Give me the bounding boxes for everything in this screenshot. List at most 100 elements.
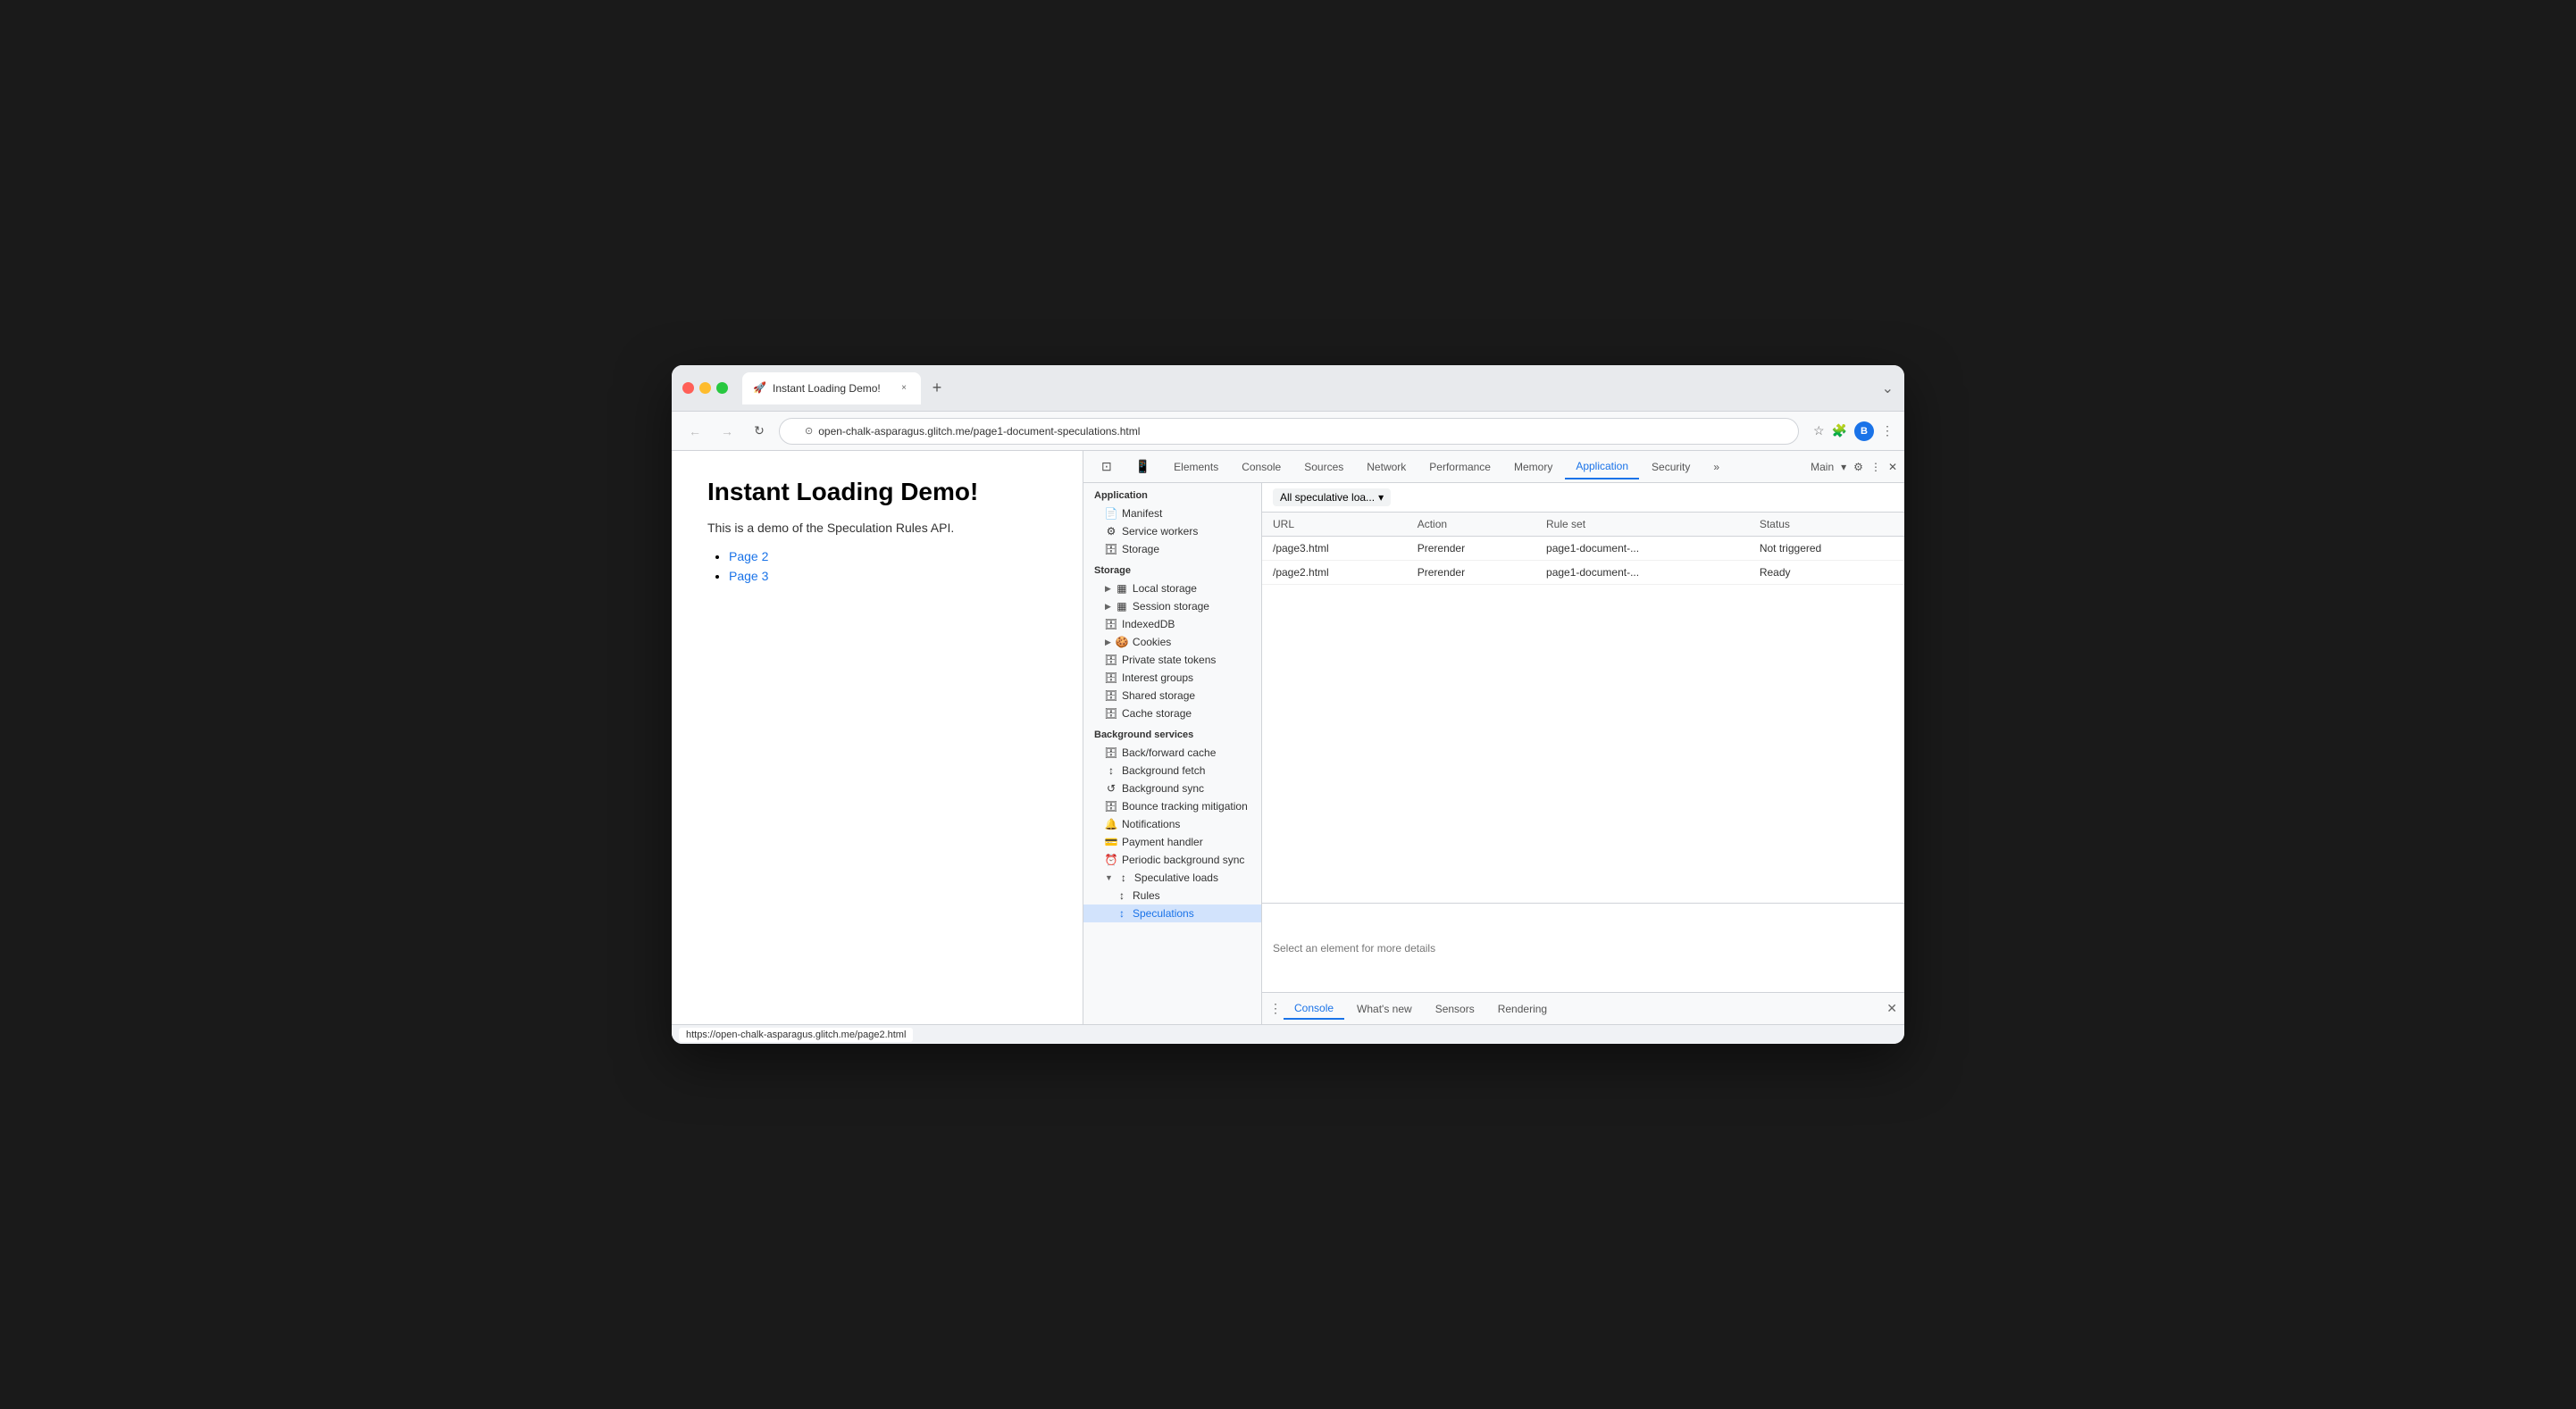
tab-application[interactable]: Application	[1565, 454, 1639, 479]
close-console-icon[interactable]: ✕	[1886, 1001, 1897, 1016]
more-tabs-button[interactable]: »	[1702, 454, 1730, 479]
page2-link[interactable]: Page 2	[729, 549, 768, 563]
sidebar-item-payment-handler[interactable]: 💳 Payment handler	[1083, 833, 1261, 851]
sidebar-label-cache-storage: Cache storage	[1122, 707, 1192, 720]
back-button[interactable]: ←	[682, 419, 707, 444]
cell-url: /page2.html	[1262, 561, 1407, 585]
sidebar-item-notifications[interactable]: 🔔 Notifications	[1083, 815, 1261, 833]
cell-action: Prerender	[1407, 561, 1535, 585]
page3-link[interactable]: Page 3	[729, 569, 768, 583]
sidebar-label-background-sync: Background sync	[1122, 782, 1204, 795]
secure-icon: ⊙	[805, 425, 813, 437]
main-content: Instant Loading Demo! This is a demo of …	[672, 451, 1904, 1024]
sidebar-item-background-sync[interactable]: ↺ Background sync	[1083, 780, 1261, 797]
sidebar-label-notifications: Notifications	[1122, 818, 1180, 830]
sidebar-item-rules[interactable]: ↕ Rules	[1083, 887, 1261, 905]
tab-memory[interactable]: Memory	[1503, 454, 1563, 479]
sidebar-item-local-storage[interactable]: ▶ ▦ Local storage	[1083, 579, 1261, 597]
device-toolbar-icon[interactable]: 📱	[1125, 454, 1161, 479]
column-status: Status	[1749, 513, 1904, 537]
speculation-filter-dropdown[interactable]: All speculative loa... ▾	[1273, 488, 1391, 506]
tab-sources[interactable]: Sources	[1293, 454, 1354, 479]
sidebar-item-shared-storage[interactable]: 🗄 Shared storage	[1083, 687, 1261, 704]
document-icon: 📄	[1105, 507, 1117, 520]
profile-icon[interactable]: B	[1854, 421, 1874, 441]
address-input[interactable]: ⊙ open-chalk-asparagus.glitch.me/page1-d…	[779, 418, 1799, 445]
sidebar-item-interest-groups[interactable]: 🗄 Interest groups	[1083, 669, 1261, 687]
local-storage-icon: ▦	[1116, 582, 1128, 595]
sidebar-item-cache-storage[interactable]: 🗄 Cache storage	[1083, 704, 1261, 722]
speculations-icon: ↕	[1116, 907, 1128, 920]
sidebar-item-background-fetch[interactable]: ↕ Background fetch	[1083, 762, 1261, 780]
tab-sensors[interactable]: Sensors	[1425, 999, 1485, 1019]
context-label: Main	[1811, 461, 1834, 473]
window-menu-icon[interactable]: ⌄	[1882, 379, 1894, 397]
sidebar-item-indexeddb[interactable]: 🗄 IndexedDB	[1083, 615, 1261, 633]
cache-storage-icon: 🗄	[1105, 707, 1117, 720]
expand-icon: ▶	[1105, 584, 1111, 594]
forward-button[interactable]: →	[715, 419, 740, 444]
collapse-icon: ▼	[1105, 873, 1113, 882]
sidebar-label-interest-groups: Interest groups	[1122, 671, 1193, 684]
tab-network[interactable]: Network	[1356, 454, 1417, 479]
reload-button[interactable]: ↻	[747, 419, 772, 444]
sidebar-label-shared-storage: Shared storage	[1122, 689, 1195, 702]
shared-storage-icon: 🗄	[1105, 689, 1117, 702]
sidebar-item-session-storage[interactable]: ▶ ▦ Session storage	[1083, 597, 1261, 615]
rules-icon: ↕	[1116, 889, 1128, 902]
new-tab-button[interactable]: +	[924, 376, 949, 401]
bg-services-section-header: Background services	[1083, 722, 1261, 744]
minimize-button[interactable]	[699, 382, 711, 394]
sidebar-label-speculations: Speculations	[1133, 907, 1194, 920]
status-url: https://open-chalk-asparagus.glitch.me/p…	[679, 1028, 913, 1042]
sidebar-item-manifest[interactable]: 📄 Manifest	[1083, 504, 1261, 522]
sidebar-item-back-forward-cache[interactable]: 🗄 Back/forward cache	[1083, 744, 1261, 762]
tab-close-button[interactable]: ×	[898, 382, 910, 395]
back-forward-cache-icon: 🗄	[1105, 746, 1117, 759]
tab-whats-new[interactable]: What's new	[1346, 999, 1423, 1019]
table-header-row: URL Action Rule set Status	[1262, 513, 1904, 537]
table-row[interactable]: /page3.html Prerender page1-document-...…	[1262, 537, 1904, 561]
details-text: Select an element for more details	[1273, 942, 1435, 955]
close-devtools-icon[interactable]: ✕	[1888, 461, 1897, 473]
sidebar-label-periodic-bg-sync: Periodic background sync	[1122, 854, 1244, 866]
tab-security[interactable]: Security	[1641, 454, 1701, 479]
sidebar-label-local-storage: Local storage	[1133, 582, 1197, 595]
private-state-tokens-icon: 🗄	[1105, 654, 1117, 666]
sidebar-item-private-state-tokens[interactable]: 🗄 Private state tokens	[1083, 651, 1261, 669]
bookmark-icon[interactable]: ☆	[1813, 423, 1825, 438]
browser-tab[interactable]: 🚀 Instant Loading Demo! ×	[742, 372, 921, 404]
list-item: Page 3	[729, 569, 1047, 585]
tab-rendering[interactable]: Rendering	[1487, 999, 1558, 1019]
tab-elements[interactable]: Elements	[1163, 454, 1229, 479]
sidebar-item-speculations[interactable]: ↕ Speculations	[1083, 905, 1261, 922]
cell-ruleset: page1-document-...	[1535, 537, 1749, 561]
extensions-icon[interactable]: 🧩	[1832, 423, 1847, 438]
settings-icon[interactable]: ⚙	[1853, 461, 1863, 473]
more-menu-icon[interactable]: ⋮	[1881, 423, 1894, 438]
devtools-sidebar: Application 📄 Manifest ⚙ Service workers…	[1083, 483, 1262, 1024]
more-options-icon[interactable]: ⋮	[1870, 461, 1881, 473]
session-storage-icon: ▦	[1116, 600, 1128, 613]
indexeddb-icon: 🗄	[1105, 618, 1117, 630]
sidebar-item-speculative-loads[interactable]: ▼ ↕ Speculative loads	[1083, 869, 1261, 887]
status-bar: https://open-chalk-asparagus.glitch.me/p…	[672, 1024, 1904, 1044]
cookies-icon: 🍪	[1116, 636, 1128, 648]
sidebar-item-bounce-tracking[interactable]: 🗄 Bounce tracking mitigation	[1083, 797, 1261, 815]
sidebar-item-service-workers[interactable]: ⚙ Service workers	[1083, 522, 1261, 540]
details-panel: Select an element for more details	[1262, 903, 1904, 992]
tab-console[interactable]: Console	[1231, 454, 1292, 479]
column-action: Action	[1407, 513, 1535, 537]
sidebar-item-storage-app[interactable]: 🗄 Storage	[1083, 540, 1261, 558]
close-button[interactable]	[682, 382, 694, 394]
tab-performance[interactable]: Performance	[1418, 454, 1501, 479]
sidebar-item-periodic-bg-sync[interactable]: ⏰ Periodic background sync	[1083, 851, 1261, 869]
context-arrow-icon[interactable]: ▾	[1841, 461, 1846, 473]
sidebar-item-cookies[interactable]: ▶ 🍪 Cookies	[1083, 633, 1261, 651]
devtools-toolbar: ⊡ 📱 Elements Console Sources Network Per…	[1083, 451, 1904, 483]
inspect-element-icon[interactable]: ⊡	[1091, 454, 1123, 479]
tab-console-bottom[interactable]: Console	[1284, 998, 1344, 1020]
console-menu-icon[interactable]: ⋮	[1269, 1001, 1282, 1016]
table-row[interactable]: /page2.html Prerender page1-document-...…	[1262, 561, 1904, 585]
maximize-button[interactable]	[716, 382, 728, 394]
